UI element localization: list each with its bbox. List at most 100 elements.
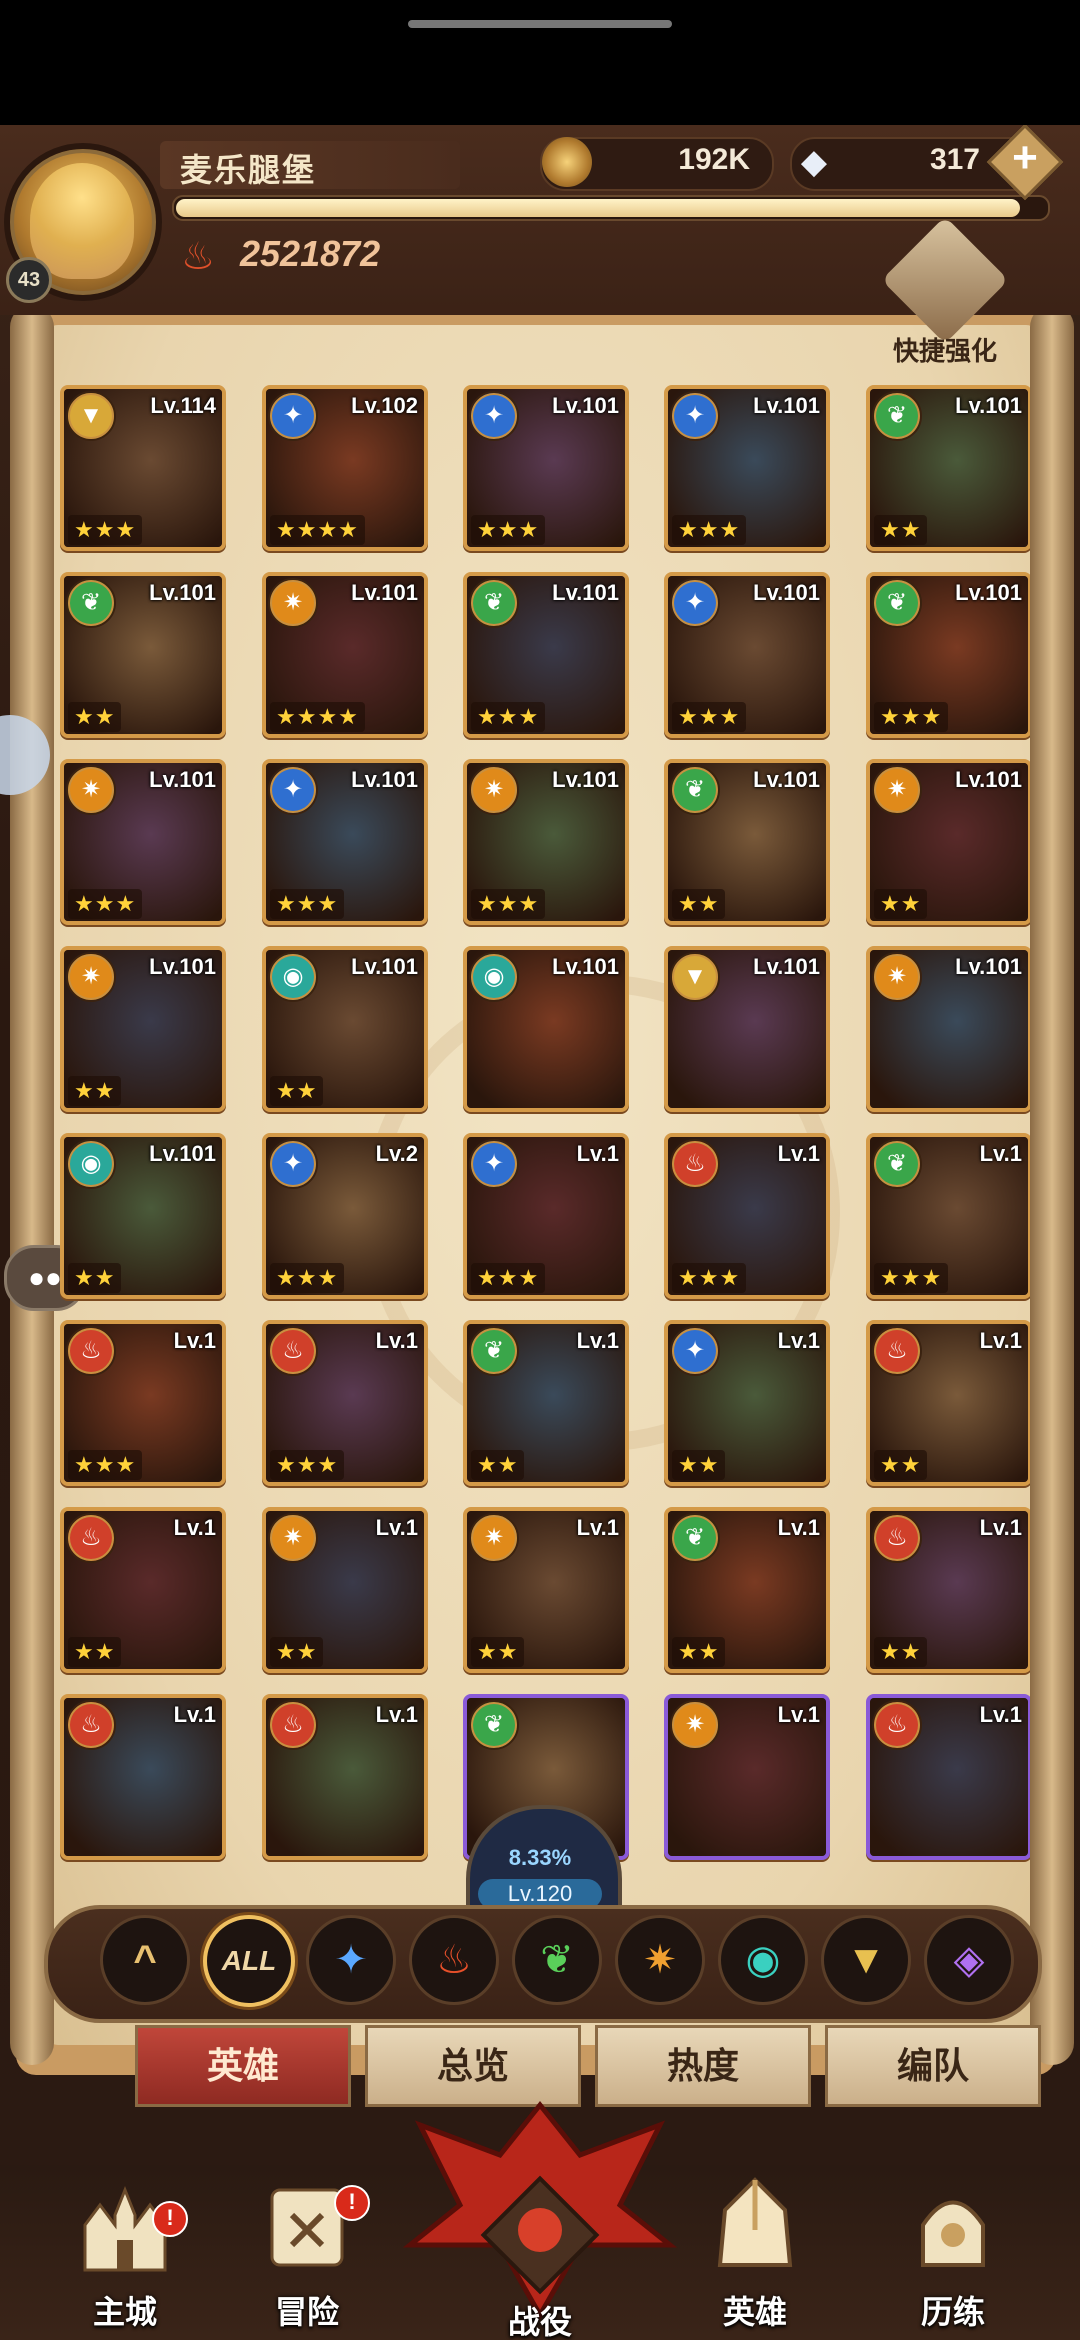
nav-label-heroes: 英雄: [722, 2294, 787, 2330]
hero-card[interactable]: ▼ Lv.114 ★★★: [60, 385, 226, 551]
lightbearer-faction-icon: ✦: [334, 1938, 368, 1982]
xp-bar: [172, 195, 1050, 221]
filter-celestial-button[interactable]: ▼: [821, 1915, 911, 2005]
hero-stars: ★★★: [672, 1263, 747, 1293]
filter-graveborn-button[interactable]: ✷: [615, 1915, 705, 2005]
filter-lightbearer-button[interactable]: ✦: [306, 1915, 396, 2005]
filter-mauler-button[interactable]: ♨: [409, 1915, 499, 2005]
faction-glyph: ✷: [483, 776, 505, 803]
faction-icon: ❦: [872, 1139, 922, 1189]
hero-card[interactable]: ✦ Lv.101 ★★★: [664, 572, 830, 738]
hero-card[interactable]: ✦ Lv.1 ★★★: [463, 1133, 629, 1299]
faction-icon: ❦: [872, 578, 922, 628]
faction-glyph: ✦: [684, 402, 706, 429]
faction-icon: ♨: [872, 1326, 922, 1376]
tab-formation[interactable]: 编队: [825, 2025, 1041, 2107]
hero-card[interactable]: ✷ Lv.101 ★★★: [60, 759, 226, 925]
faction-icon: ▼: [66, 391, 116, 441]
hero-card[interactable]: ✦ Lv.101 ★★★: [664, 385, 830, 551]
faction-icon: ❦: [66, 578, 116, 628]
hero-card[interactable]: ✷ Lv.101 ★★: [866, 759, 1030, 925]
nav-main-city[interactable]: 主城: [50, 2175, 200, 2340]
wilder-faction-icon: ❦: [540, 1938, 574, 1982]
hero-card[interactable]: ♨ Lv.1 ★★★: [664, 1133, 830, 1299]
hero-card[interactable]: ♨ Lv.1 ★★★: [262, 1320, 428, 1486]
faction-icon: ✷: [872, 952, 922, 1002]
hero-card[interactable]: ♨ Lv.1 ★★: [866, 1507, 1030, 1673]
hero-card[interactable]: ♨ Lv.1: [866, 1694, 1030, 1860]
faction-icon: ✦: [268, 1139, 318, 1189]
hero-card[interactable]: ♨ Lv.1 ★★: [866, 1320, 1030, 1486]
nav-trials[interactable]: 历练: [878, 2175, 1028, 2340]
faction-glyph: ✦: [483, 402, 505, 429]
hero-card[interactable]: ♨ Lv.1: [262, 1694, 428, 1860]
faction-icon: ♨: [66, 1513, 116, 1563]
faction-glyph: ✦: [684, 1337, 706, 1364]
faction-glyph: ❦: [886, 402, 908, 429]
avatar-portrait: [30, 163, 134, 279]
hero-card[interactable]: ◉ Lv.101 ★★: [60, 1133, 226, 1299]
scroll-rod-right: [1030, 305, 1074, 2065]
player-name: 麦乐腿堡: [180, 152, 317, 188]
hero-card[interactable]: ✷ Lv.101 ★★★: [463, 759, 629, 925]
hero-card[interactable]: ▼ Lv.101: [664, 946, 830, 1112]
hero-card[interactable]: ❦ Lv.1 ★★: [664, 1507, 830, 1673]
hero-card[interactable]: ❦ Lv.101 ★★: [664, 759, 830, 925]
hero-card[interactable]: ✷ Lv.101 ★★: [60, 946, 226, 1112]
hero-card[interactable]: ✷ Lv.1: [664, 1694, 830, 1860]
hero-card[interactable]: ♨ Lv.1: [60, 1694, 226, 1860]
hero-stars: ★★: [874, 1637, 928, 1667]
hero-stars: ★★: [270, 1076, 324, 1106]
hero-card[interactable]: ◉ Lv.101: [463, 946, 629, 1112]
hero-card[interactable]: ◉ Lv.101 ★★: [262, 946, 428, 1112]
faction-icon: ✦: [670, 578, 720, 628]
resonance-percent: 8.33%: [508, 1845, 572, 1870]
hero-card[interactable]: ✦ Lv.101 ★★★: [463, 385, 629, 551]
hero-level: Lv.1: [979, 1328, 1022, 1353]
faction-icon: ✷: [268, 578, 318, 628]
celestial-faction-icon: ▼: [846, 1938, 886, 1982]
hero-card[interactable]: ❦ Lv.101 ★★: [60, 572, 226, 738]
gem-amount: 317: [929, 143, 980, 176]
hero-card[interactable]: ♨ Lv.1 ★★: [60, 1507, 226, 1673]
filter-collapse-button[interactable]: ^: [100, 1915, 190, 2005]
hero-level: Lv.101: [351, 767, 418, 792]
nav-heroes[interactable]: 英雄: [680, 2175, 830, 2340]
hero-card[interactable]: ♨ Lv.1 ★★★: [60, 1320, 226, 1486]
faction-icon: ✦: [670, 391, 720, 441]
quick-upgrade-button[interactable]: 快捷强化: [880, 216, 1010, 366]
hero-level: Lv.101: [149, 954, 216, 979]
faction-icon: ✦: [268, 391, 318, 441]
filter-all-button[interactable]: ALL: [203, 1915, 295, 2007]
hero-card[interactable]: ❦ Lv.1 ★★★: [866, 1133, 1030, 1299]
hero-card[interactable]: ❦ Lv.101 ★★★: [463, 572, 629, 738]
hero-card[interactable]: ✷ Lv.1 ★★: [463, 1507, 629, 1673]
faction-glyph: ▼: [683, 963, 707, 990]
hero-stars: ★★★: [471, 702, 546, 732]
diamond-icon: ◆: [800, 143, 828, 181]
faction-icon: ♨: [268, 1326, 318, 1376]
hero-card[interactable]: ✦ Lv.102 ★★★★: [262, 385, 428, 551]
hero-card[interactable]: ✦ Lv.2 ★★★: [262, 1133, 428, 1299]
hero-card[interactable]: ✦ Lv.1 ★★: [664, 1320, 830, 1486]
tab-heroes[interactable]: 英雄: [135, 2025, 351, 2107]
hero-card[interactable]: ❦ Lv.101 ★★: [866, 385, 1030, 551]
nav-campaign[interactable]: 战役: [390, 2085, 690, 2340]
filter-dimensional-button[interactable]: ◈: [924, 1915, 1014, 2005]
filter-all-label: ALL: [221, 1945, 277, 1976]
hero-card[interactable]: ❦ Lv.1 ★★: [463, 1320, 629, 1486]
hero-card[interactable]: ✦ Lv.101 ★★★: [262, 759, 428, 925]
hero-level: Lv.1: [375, 1328, 418, 1353]
hero-card[interactable]: ❦ Lv.101 ★★★: [866, 572, 1030, 738]
faction-icon: ✦: [268, 765, 318, 815]
hero-level: Lv.1: [173, 1702, 216, 1727]
nav-label-main-city: 主城: [92, 2294, 157, 2330]
hero-card[interactable]: ✷ Lv.101 ★★★★: [262, 572, 428, 738]
faction-glyph: ♨: [80, 1524, 102, 1551]
hero-card[interactable]: ✷ Lv.101: [866, 946, 1030, 1112]
hero-card[interactable]: ✷ Lv.1 ★★: [262, 1507, 428, 1673]
filter-hypogean-button[interactable]: ◉: [718, 1915, 808, 2005]
filter-wilder-button[interactable]: ❦: [512, 1915, 602, 2005]
hero-stars: ★★: [270, 1637, 324, 1667]
faction-glyph: ◉: [80, 1150, 102, 1177]
